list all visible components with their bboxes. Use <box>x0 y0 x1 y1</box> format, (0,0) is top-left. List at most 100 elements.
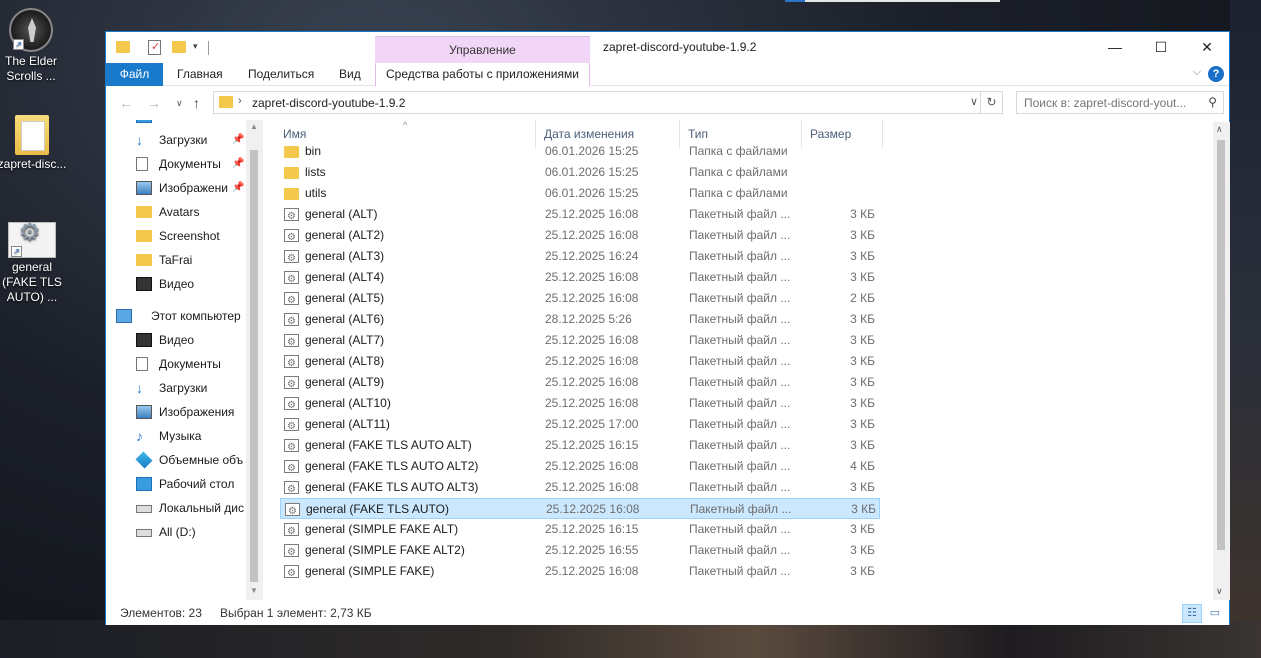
sidebar-item[interactable]: ↓ Загрузки 📌 <box>106 129 246 151</box>
file-row[interactable]: general (ALT6) 28.12.2025 5:26 Пакетный фа… <box>280 309 880 332</box>
scroll-down-arrow-icon[interactable]: ∨ <box>1216 586 1223 597</box>
new-folder-quick-access-icon[interactable] <box>172 41 186 53</box>
pin-icon[interactable]: 📌 <box>232 120 244 127</box>
customize-quick-access-chevron-icon[interactable]: ▾ <box>193 41 198 57</box>
properties-quick-access-icon[interactable] <box>148 40 161 55</box>
folder-icon <box>116 41 130 53</box>
breadcrumb-chevron-icon[interactable]: › <box>238 95 242 107</box>
file-row[interactable]: general (ALT9) 25.12.2025 16:08 Пакетный ф… <box>280 372 880 395</box>
cell-name: general (SIMPLE FAKE) <box>305 564 435 578</box>
file-row[interactable]: general (FAKE TLS AUTO ALT) 25.12.2025 16… <box>280 435 880 458</box>
sidebar-item[interactable]: ♪ Музыка <box>106 425 246 447</box>
pin-icon[interactable]: 📌 <box>232 153 244 175</box>
address-dropdown-chevron-icon[interactable]: ∨ <box>970 95 978 108</box>
cell-date: 25.12.2025 16:08 <box>545 228 639 242</box>
expand-ribbon-chevron-icon[interactable]: ⌵ <box>1193 66 1201 79</box>
recent-locations-chevron-icon[interactable]: ∨ <box>176 98 183 109</box>
sidebar-item[interactable]: Рабочий сто.📌 <box>106 120 246 127</box>
file-row[interactable]: general (SIMPLE FAKE ALT) 25.12.2025 16:1… <box>280 519 880 542</box>
sidebar-scroll-thumb[interactable] <box>250 150 258 582</box>
sidebar-item[interactable]: Документы 📌 <box>106 153 246 175</box>
file-row[interactable]: general (ALT7) 25.12.2025 16:08 Пакетный ф… <box>280 330 880 353</box>
sidebar-item[interactable]: Screenshot <box>106 225 246 247</box>
cell-size: 3 КБ <box>850 543 875 557</box>
sidebar-item-label: Рабочий стол <box>159 477 235 491</box>
search-input[interactable] <box>1024 92 1194 113</box>
tab-app-tools[interactable]: Средства работы с приложениями <box>375 63 590 86</box>
cell-name: general (SIMPLE FAKE ALT2) <box>305 543 465 557</box>
sidebar-item-label: Документы <box>159 157 221 171</box>
sidebar-item[interactable]: Видео <box>106 329 246 351</box>
tab-home[interactable]: Главная <box>164 63 236 86</box>
sidebar-item[interactable]: Этот компьютер <box>106 305 246 327</box>
selection-info: Выбран 1 элемент: 2,73 КБ <box>220 606 372 620</box>
sidebar-item[interactable]: Объемные объ <box>106 449 246 471</box>
file-row[interactable]: general (ALT8) 25.12.2025 16:08 Пакетный ф… <box>280 351 880 374</box>
sidebar-item[interactable]: Avatars <box>106 201 246 223</box>
back-arrow-icon[interactable]: ← <box>119 95 133 111</box>
close-button[interactable]: ✕ <box>1184 32 1230 62</box>
desktop-shortcut-skyrim[interactable]: ↗ The Elder Scrolls ... <box>0 8 66 84</box>
file-row[interactable]: general (ALT11) 25.12.2025 17:00 Пакетный … <box>280 414 880 437</box>
file-row[interactable]: general (FAKE TLS AUTO ALT2) 25.12.2025 1… <box>280 456 880 479</box>
file-row[interactable]: general (ALT2) 25.12.2025 16:08 Пакетный ф… <box>280 225 880 248</box>
desktop-icon-label: general (FAKE TLS AUTO) ... <box>2 260 62 304</box>
sidebar-item-label: Музыка <box>159 429 202 443</box>
file-row[interactable]: general (ALT5) 25.12.2025 16:08 Пакетный ф… <box>280 288 880 311</box>
sidebar-item[interactable]: Документы <box>106 353 246 375</box>
forward-arrow-icon[interactable]: → <box>147 95 161 111</box>
sidebar-item[interactable]: Локальный дис <box>106 497 246 519</box>
sidebar-item[interactable]: ↓ Загрузки <box>106 377 246 399</box>
folder-row[interactable]: utils 06.01.2026 15:25 Папка с файлами <box>280 183 880 204</box>
help-icon[interactable]: ? <box>1208 66 1224 82</box>
address-bar[interactable]: › zapret-discord-youtube-1.9.2 ∨ ↻ <box>213 91 1003 114</box>
sidebar-item[interactable]: Изображени 📌 <box>106 177 246 199</box>
large-icons-view-icon[interactable]: ▭ <box>1205 604 1225 623</box>
minimize-button[interactable]: — <box>1092 32 1138 62</box>
breadcrumb-current-folder[interactable]: zapret-discord-youtube-1.9.2 <box>252 96 405 110</box>
file-row[interactable]: general (ALT10) 25.12.2025 16:08 Пакетный … <box>280 393 880 416</box>
explorer-window: ▾ Управление zapret-discord-youtube-1.9.… <box>105 31 1230 625</box>
scroll-up-arrow-icon[interactable]: ∧ <box>1216 124 1223 135</box>
file-list-scroll-thumb[interactable] <box>1217 140 1225 550</box>
cell-date: 25.12.2025 16:08 <box>545 354 639 368</box>
file-list-scrollbar[interactable]: ∧ ∨ <box>1213 122 1230 600</box>
file-row[interactable]: general (SIMPLE FAKE) 25.12.2025 16:08 Пак… <box>280 561 880 584</box>
scroll-up-arrow-icon[interactable]: ▲ <box>250 122 258 131</box>
sidebar-item[interactable]: Видео <box>106 273 246 295</box>
file-row[interactable]: general (ALT) 25.12.2025 16:08 Пакетный фа… <box>280 204 880 227</box>
tab-view[interactable]: Вид <box>326 63 374 86</box>
desktop-folder-zapret[interactable]: zapret-disc... <box>0 115 67 172</box>
file-row[interactable]: general (FAKE TLS AUTO ALT3) 25.12.2025 1… <box>280 477 880 500</box>
tab-file[interactable]: Файл <box>106 63 163 86</box>
file-row[interactable]: general (SIMPLE FAKE ALT2) 25.12.2025 16:… <box>280 540 880 563</box>
music-icon: ♪ <box>136 428 143 444</box>
search-box[interactable]: ⚲ <box>1016 91 1224 114</box>
up-arrow-icon[interactable]: ↑ <box>193 95 200 111</box>
sidebar-item[interactable]: Изображения <box>106 401 246 423</box>
sidebar-item[interactable]: TaFrai <box>106 249 246 271</box>
scroll-down-arrow-icon[interactable]: ▼ <box>250 586 258 595</box>
sidebar-item[interactable]: Рабочий стол <box>106 473 246 495</box>
folder-row[interactable]: bin 06.01.2026 15:25 Папка с файлами <box>280 141 880 162</box>
file-row[interactable]: general (ALT4) 25.12.2025 16:08 Пакетный ф… <box>280 267 880 290</box>
context-tab-group-manage[interactable]: Управление <box>375 36 590 63</box>
details-view-icon[interactable]: ☷ <box>1182 604 1202 623</box>
tab-share[interactable]: Поделиться <box>235 63 327 86</box>
pin-icon[interactable]: 📌 <box>232 129 244 151</box>
folder-row[interactable]: lists 06.01.2026 15:25 Папка с файлами <box>280 162 880 183</box>
cell-date: 25.12.2025 16:08 <box>545 270 639 284</box>
sidebar-scrollbar[interactable]: ▲ ▼ <box>246 120 263 600</box>
sidebar-item[interactable]: All (D:) <box>106 521 246 543</box>
cell-size: 3 КБ <box>850 333 875 347</box>
refresh-icon[interactable]: ↻ <box>980 92 1002 113</box>
maximize-button[interactable]: ☐ <box>1138 32 1184 62</box>
search-icon[interactable]: ⚲ <box>1208 95 1217 109</box>
pin-icon[interactable]: 📌 <box>232 177 244 199</box>
desktop-shortcut-general[interactable]: ↗ general (FAKE TLS AUTO) ... <box>0 222 67 305</box>
sidebar-item-label: Screenshot <box>159 229 220 243</box>
cell-size: 3 КБ <box>850 417 875 431</box>
file-row[interactable]: general (ALT3) 25.12.2025 16:24 Пакетный ф… <box>280 246 880 269</box>
batch-file-icon <box>284 395 299 416</box>
file-row[interactable]: general (FAKE TLS AUTO) 25.12.2025 16:08 П… <box>280 498 880 522</box>
